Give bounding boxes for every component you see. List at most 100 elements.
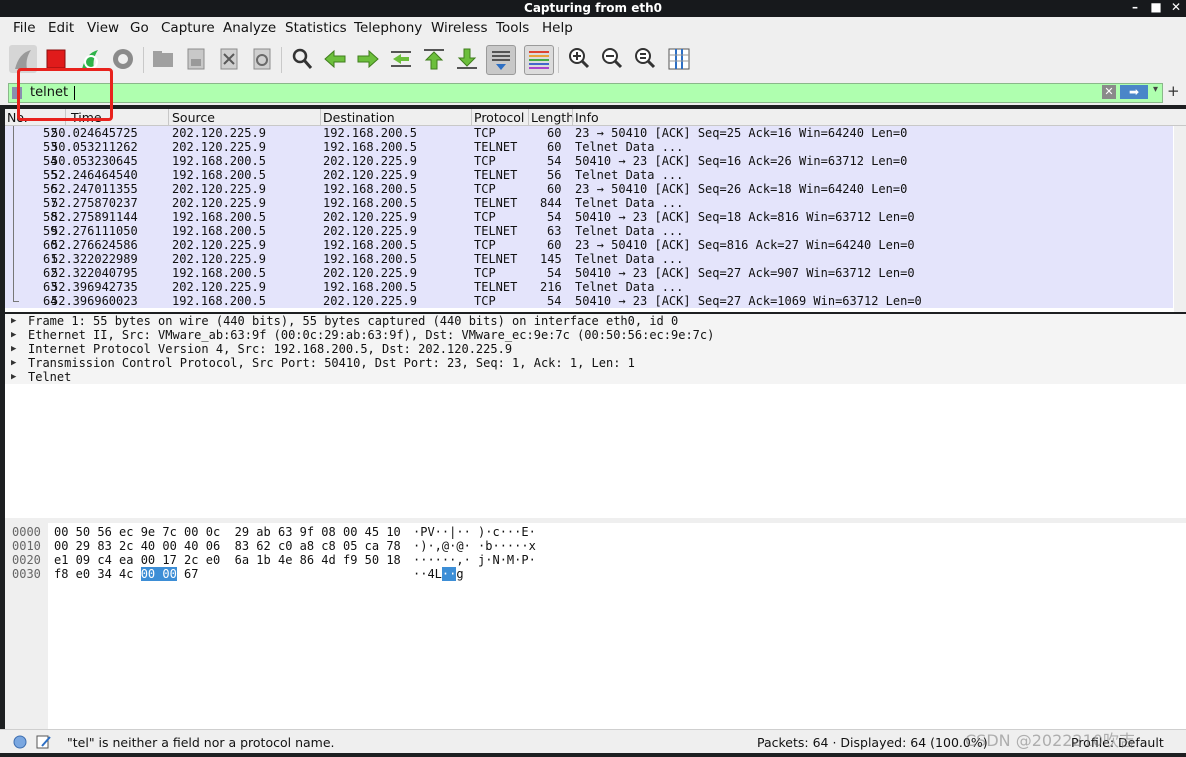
table-row[interactable]: 54 50.053230645 192.168.200.5 202.120.225.9…: [5, 154, 1173, 168]
detail-tree-item[interactable]: ▶ Internet Protocol Version 4, Src: 192.1…: [5, 342, 1186, 356]
expand-arrow-icon[interactable]: ▶: [11, 314, 16, 328]
expand-arrow-icon[interactable]: ▶: [11, 356, 16, 370]
packet-protocol: TELNET: [474, 168, 518, 182]
packet-list[interactable]: No. Time Source Destination Protocol Len…: [5, 109, 1186, 312]
status-message: "tel" is neither a field nor a protocol …: [67, 735, 335, 750]
menu-edit[interactable]: Edit: [48, 20, 74, 36]
apply-filter-icon[interactable]: ➡: [1120, 85, 1148, 99]
chevron-down-icon[interactable]: ▾: [1153, 84, 1158, 95]
expert-info-icon[interactable]: [13, 735, 27, 749]
packet-info: 50410 → 23 [ACK] Seq=16 Ack=26 Win=63712…: [575, 154, 908, 168]
main-toolbar: [0, 39, 1186, 81]
menu-go[interactable]: Go: [130, 20, 149, 36]
detail-tree-item[interactable]: ▶ Ethernet II, Src: VMware_ab:63:9f (00:0…: [5, 328, 1186, 342]
menu-view[interactable]: View: [87, 20, 119, 36]
ascii-row-0010[interactable]: ·)·,@·@· ·b·····x: [413, 539, 536, 553]
table-row[interactable]: 61 52.322022989 202.120.225.9 192.168.200.5…: [5, 252, 1173, 266]
offset-0000: 0000: [12, 525, 41, 539]
packet-bytes[interactable]: 0000 00 50 56 ec 9e 7c 00 0c 29 ab 63 9f…: [5, 523, 1186, 729]
table-row[interactable]: 57 52.275870237 202.120.225.9 192.168.200.5…: [5, 196, 1173, 210]
packet-length: 54: [547, 210, 562, 224]
resize-columns-icon[interactable]: [665, 45, 693, 73]
expand-arrow-icon[interactable]: ▶: [11, 328, 16, 342]
detail-text: Telnet: [28, 370, 72, 384]
hex-row-0020[interactable]: e1 09 c4 ea 00 17 2c e0 6a 1b 4e 86 4d f…: [54, 553, 401, 567]
packet-info: 23 → 50410 [ACK] Seq=25 Ack=16 Win=64240…: [575, 126, 908, 140]
table-row[interactable]: 53 50.053211262 202.120.225.9 192.168.200.5…: [5, 140, 1173, 154]
menu-telephony[interactable]: Telephony: [354, 20, 422, 36]
table-row[interactable]: 56 52.247011355 202.120.225.9 192.168.200.5…: [5, 182, 1173, 196]
table-row[interactable]: 64 52.396960023 192.168.200.5 202.120.225.9…: [5, 294, 1173, 308]
column-length[interactable]: Length: [531, 110, 574, 125]
menu-analyze[interactable]: Analyze: [223, 20, 276, 36]
close-window-button[interactable]: ✕: [1166, 0, 1186, 14]
display-filter-input[interactable]: telnet ✕ ➡ ▾: [8, 83, 1163, 103]
packet-time: 52.396942735: [51, 280, 138, 294]
detail-tree-item[interactable]: ▶ Telnet: [5, 370, 1186, 384]
packet-list-scrollbar[interactable]: [1174, 126, 1186, 312]
open-file-icon[interactable]: [149, 45, 177, 73]
packet-destination: 192.168.200.5: [323, 196, 417, 210]
go-first-icon[interactable]: [420, 45, 448, 73]
detail-tree-item[interactable]: ▶ Transmission Control Protocol, Src Port…: [5, 356, 1186, 370]
expand-arrow-icon[interactable]: ▶: [11, 342, 16, 356]
hex-row-0030[interactable]: f8 e0 34 4c 00 00 67: [54, 567, 199, 581]
packet-length: 60: [547, 238, 562, 252]
packet-info: Telnet Data ...: [575, 224, 684, 238]
hex-row-0010[interactable]: 00 29 83 2c 40 00 40 06 83 62 c0 a8 c8 0…: [54, 539, 401, 553]
packet-source: 202.120.225.9: [172, 182, 266, 196]
ascii-row-0020[interactable]: ······,· j·N·M·P·: [413, 553, 536, 567]
ascii-row-0030[interactable]: ··4L··g: [413, 567, 464, 581]
packet-destination: 192.168.200.5: [323, 140, 417, 154]
watermark: CSDN @2022210吹吉: [965, 731, 1135, 750]
close-file-icon[interactable]: [215, 45, 243, 73]
menu-tools[interactable]: Tools: [496, 20, 529, 36]
zoom-out-icon[interactable]: [598, 45, 626, 73]
save-file-icon[interactable]: [182, 45, 210, 73]
table-row[interactable]: 60 52.276624586 202.120.225.9 192.168.200.5…: [5, 238, 1173, 252]
column-info[interactable]: Info: [575, 110, 599, 125]
table-row[interactable]: 62 52.322040795 192.168.200.5 202.120.225.9…: [5, 266, 1173, 280]
menu-file[interactable]: File: [13, 20, 36, 36]
table-row[interactable]: 63 52.396942735 202.120.225.9 192.168.200.5…: [5, 280, 1173, 294]
column-destination[interactable]: Destination: [323, 110, 395, 125]
add-filter-button[interactable]: +: [1167, 82, 1180, 100]
packet-source: 202.120.225.9: [172, 126, 266, 140]
table-row[interactable]: 59 52.276111050 192.168.200.5 202.120.225.9…: [5, 224, 1173, 238]
ascii-row-0000[interactable]: ·PV··|·· )·c···E·: [413, 525, 536, 539]
column-protocol[interactable]: Protocol: [474, 110, 524, 125]
zoom-in-icon[interactable]: [565, 45, 593, 73]
table-row[interactable]: 55 52.246464540 192.168.200.5 202.120.225.9…: [5, 168, 1173, 182]
capture-options-icon[interactable]: [109, 45, 137, 73]
find-packet-icon[interactable]: [288, 45, 316, 73]
menu-help[interactable]: Help: [542, 20, 573, 36]
table-row[interactable]: 52 50.024645725 202.120.225.9 192.168.200.5…: [5, 126, 1173, 140]
autoscroll-icon[interactable]: [486, 45, 516, 75]
detail-tree-item[interactable]: ▶ Frame 1: 55 bytes on wire (440 bits), 5…: [5, 314, 1186, 328]
menu-statistics[interactable]: Statistics: [285, 20, 347, 36]
colorize-icon[interactable]: [524, 45, 554, 75]
go-forward-icon[interactable]: [354, 45, 382, 73]
column-source[interactable]: Source: [172, 110, 215, 125]
packet-destination: 202.120.225.9: [323, 266, 417, 280]
menu-wireless[interactable]: Wireless: [431, 20, 488, 36]
packet-details[interactable]: ▶ Frame 1: 55 bytes on wire (440 bits), 5…: [5, 314, 1186, 518]
go-last-icon[interactable]: [453, 45, 481, 73]
capture-comment-icon[interactable]: [36, 734, 52, 750]
packet-source: 202.120.225.9: [172, 238, 266, 252]
go-back-icon[interactable]: [321, 45, 349, 73]
packet-info: 50410 → 23 [ACK] Seq=27 Ack=907 Win=6371…: [575, 266, 915, 280]
detail-text: Internet Protocol Version 4, Src: 192.16…: [28, 342, 513, 356]
display-filter-bar: telnet ✕ ➡ ▾ +: [0, 81, 1186, 105]
table-row[interactable]: 58 52.275891144 192.168.200.5 202.120.225.9…: [5, 210, 1173, 224]
maximize-button[interactable]: ■: [1146, 0, 1166, 14]
go-to-packet-icon[interactable]: [387, 45, 415, 73]
hex-row-0000[interactable]: 00 50 56 ec 9e 7c 00 0c 29 ab 63 9f 08 0…: [54, 525, 401, 539]
normal-size-icon[interactable]: [631, 45, 659, 73]
minimize-button[interactable]: –: [1125, 0, 1145, 14]
packet-length: 216: [540, 280, 562, 294]
menu-capture[interactable]: Capture: [161, 20, 215, 36]
reload-file-icon[interactable]: [248, 45, 276, 73]
clear-filter-icon[interactable]: ✕: [1102, 85, 1116, 99]
expand-arrow-icon[interactable]: ▶: [11, 370, 16, 384]
